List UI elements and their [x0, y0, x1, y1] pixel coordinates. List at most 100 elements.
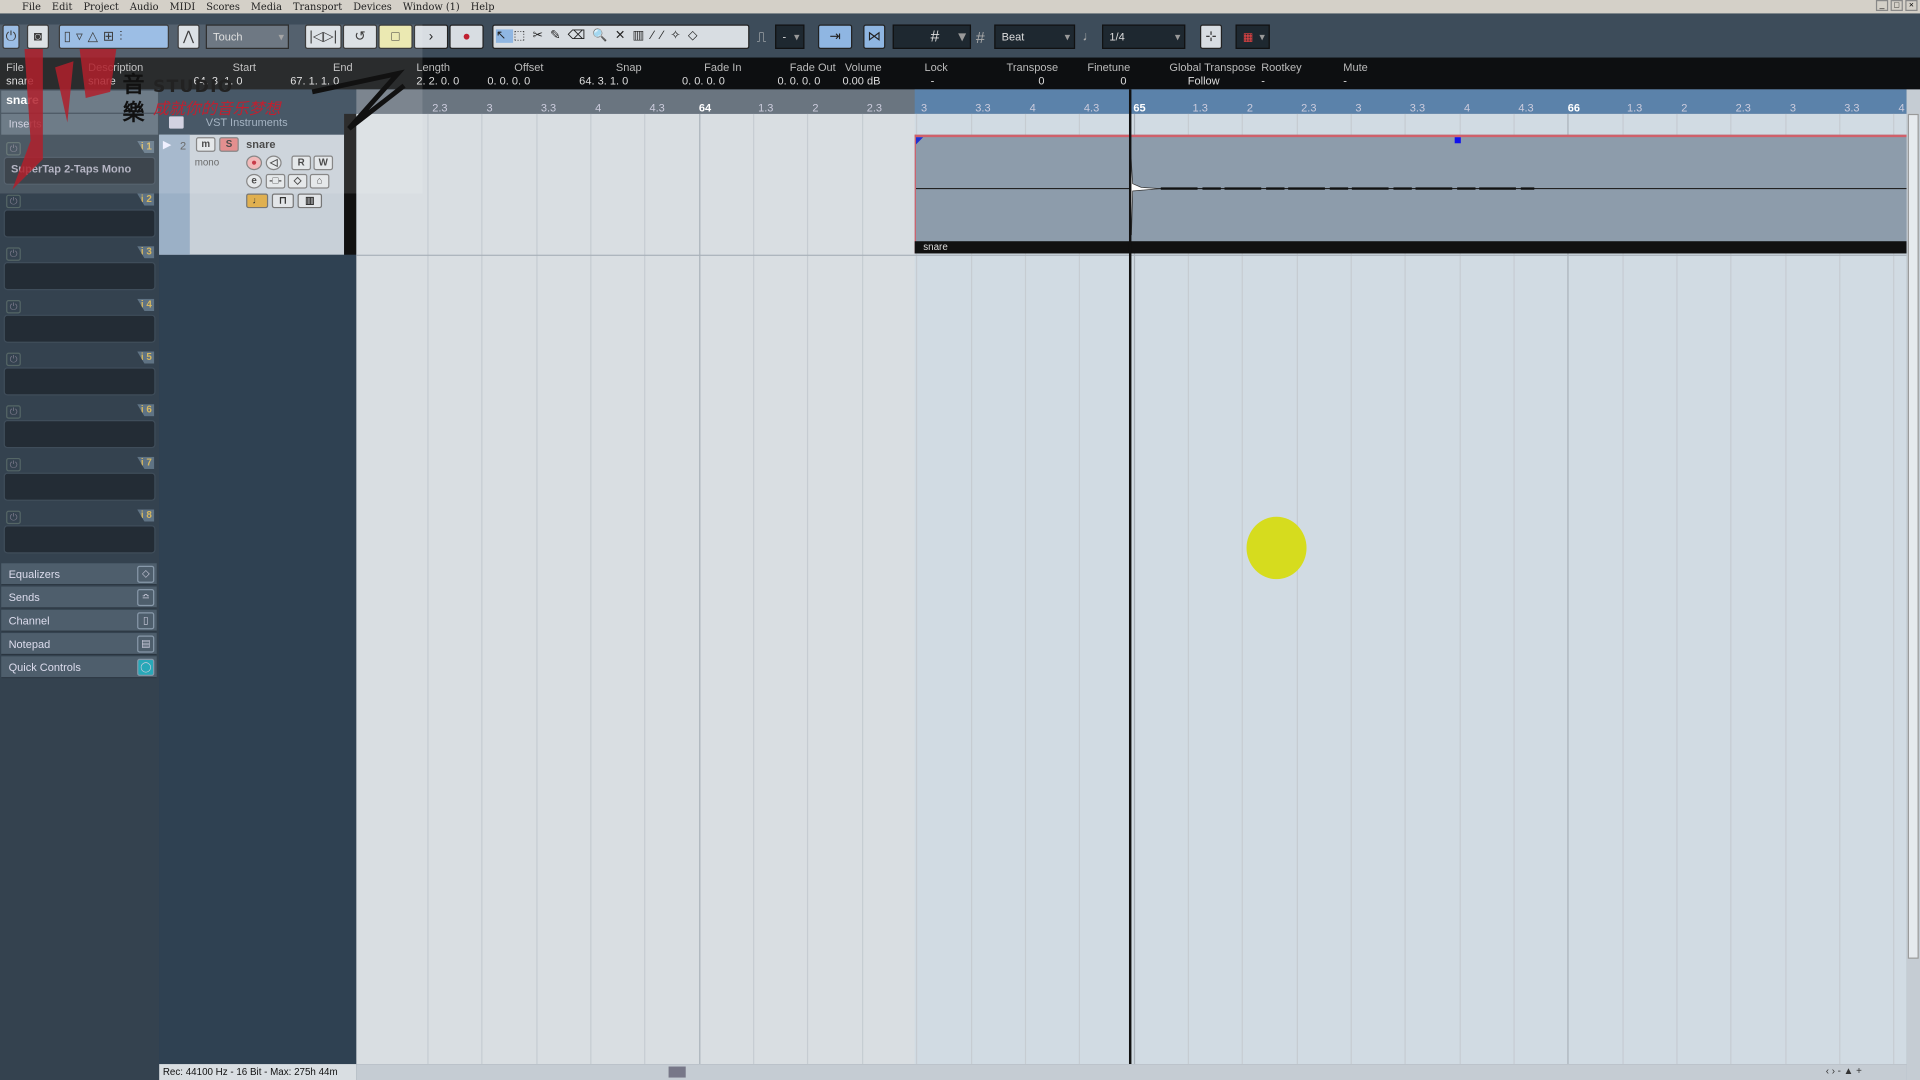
insert-slot[interactable]: ⏻ i 8 [2, 508, 156, 561]
section-icon[interactable]: ◯ [137, 658, 155, 676]
vertical-scroll-thumb[interactable] [1907, 113, 1919, 959]
insert-slot[interactable]: ⏻ i 1 SuperTap 2-Taps Mono [2, 140, 156, 193]
section-sends[interactable]: Sends ≏ [1, 586, 157, 609]
section-channel[interactable]: Channel ▯ [1, 609, 157, 632]
power-icon[interactable]: ⏻ [6, 194, 21, 209]
read-automation-button[interactable]: R [291, 155, 312, 171]
freeze-button[interactable]: ⌂ [309, 173, 330, 189]
menu-devices[interactable]: Devices [353, 1, 392, 12]
insert-plugin-field[interactable] [3, 314, 156, 343]
window-layout-buttons[interactable]: ▯▿△⊞⫶ [58, 24, 169, 49]
snap-type-dropdown[interactable]: Beat [994, 24, 1076, 49]
inspector-track-name[interactable]: snare [1, 90, 158, 113]
color-picker-dropdown[interactable]: ▦ [1235, 24, 1270, 49]
write-automation-button[interactable]: W [313, 155, 334, 171]
insert-plugin-field[interactable] [3, 262, 156, 291]
expand-icon[interactable]: ▶ [163, 138, 171, 151]
play-button[interactable]: › [413, 24, 449, 49]
automation-mode-dropdown[interactable]: Touch [205, 24, 289, 49]
folder-track-name[interactable]: VST Instruments [206, 116, 288, 128]
info-value-snap[interactable]: 64. 3. 1. 0 [579, 75, 628, 87]
power-icon[interactable]: ⏻ [6, 300, 21, 314]
track-header-snare[interactable]: ▶ 2 m S snare mono ● ◁ R W e -□- ◇ ⌂ ♩ ⊓… [159, 134, 345, 255]
power-icon[interactable]: ⏻ [6, 142, 21, 156]
insert-slot[interactable]: ⏻ i 7 [2, 456, 156, 509]
lanes-display-button[interactable]: ▥ [297, 193, 323, 209]
vertical-scrollbar[interactable] [1906, 89, 1920, 1080]
info-value-global-transpose[interactable]: Follow [1188, 75, 1220, 87]
info-value-fade-in[interactable]: 0. 0. 0. 0 [682, 75, 725, 87]
track-name[interactable]: snare [246, 138, 275, 150]
constrain-delay-button[interactable]: ◙ [26, 24, 49, 49]
section-notepad[interactable]: Notepad ▤ [1, 633, 157, 656]
record-button[interactable]: ● [449, 24, 484, 49]
solo-button[interactable]: S [219, 137, 239, 152]
menu-file[interactable]: File [22, 1, 41, 12]
monitor-button[interactable]: ◁ [265, 155, 282, 171]
insert-plugin-field[interactable] [3, 420, 156, 449]
power-icon[interactable]: ⏻ [6, 405, 21, 419]
lane-button[interactable]: -□- [265, 173, 286, 189]
menu-window[interactable]: Window (1) [403, 1, 460, 12]
zoom-slider[interactable]: ‹ › - ▲ + [1826, 1065, 1899, 1078]
tool-buttons[interactable]: ↖⬚✂✎⌫🔍✕▥∕∕✧◇ [492, 24, 750, 49]
grid-type-dropdown[interactable]: # [892, 24, 972, 49]
info-value-start[interactable]: 64. 3. 1. 0 [193, 75, 242, 87]
info-value-file[interactable]: snare [6, 75, 34, 87]
insert-plugin-field[interactable] [3, 525, 156, 554]
info-value-description[interactable]: snare [88, 75, 116, 87]
horizontal-scroll-thumb[interactable] [668, 1066, 686, 1078]
section-icon[interactable]: ◇ [137, 565, 155, 583]
insert-slot[interactable]: ⏻ i 6 [2, 403, 156, 456]
lock-button[interactable]: ⊓ [271, 193, 294, 209]
menu-project[interactable]: Project [83, 1, 118, 12]
snap-button[interactable]: ⋈ [863, 24, 886, 49]
power-icon[interactable]: ⏻ [6, 457, 21, 472]
info-value-end[interactable]: 67. 1. 1. 0 [290, 75, 339, 87]
activate-project-button[interactable]: ⏻ [2, 24, 20, 49]
maximize-button[interactable]: □ [1890, 0, 1903, 12]
insert-plugin-field[interactable]: SuperTap 2-Taps Mono [3, 156, 156, 185]
insert-plugin-field[interactable] [3, 209, 156, 238]
mute-button[interactable]: m [195, 137, 216, 152]
insert-slot[interactable]: ⏻ i 5 [2, 350, 156, 403]
insert-slot[interactable]: ⏻ i 4 [2, 298, 156, 351]
menu-scores[interactable]: Scores [206, 1, 240, 12]
musical-mode-button[interactable]: ♩ [246, 193, 269, 209]
menu-help[interactable]: Help [471, 1, 495, 12]
project-cursor[interactable] [1128, 89, 1132, 1065]
object-selection-tool-icon[interactable]: ↖ [495, 29, 514, 43]
info-value-lock[interactable]: - [931, 75, 935, 87]
section-icon[interactable]: ▯ [137, 612, 155, 630]
timebase-button[interactable]: ◇ [287, 173, 308, 189]
insert-slot[interactable]: ⏻ i 3 [2, 245, 156, 298]
section-icon[interactable]: ≏ [137, 588, 155, 607]
stop-button[interactable]: □ [378, 24, 413, 49]
insert-plugin-field[interactable] [3, 367, 156, 396]
menu-edit[interactable]: Edit [52, 1, 72, 12]
power-icon[interactable]: ⏻ [6, 247, 21, 261]
quantize-dropdown[interactable]: - [775, 24, 805, 49]
section-quick-controls[interactable]: Quick Controls ◯ [1, 656, 157, 679]
info-value-rootkey[interactable]: - [1261, 75, 1265, 87]
close-button[interactable]: × [1905, 0, 1918, 12]
record-enable-button[interactable]: ● [246, 155, 263, 171]
section-equalizers[interactable]: Equalizers ◇ [1, 563, 157, 586]
insert-plugin-field[interactable] [3, 472, 156, 501]
inserts-section[interactable]: Inserts [1, 113, 158, 135]
horizontal-scrollbar[interactable]: ‹ › - ▲ + [356, 1064, 1907, 1080]
audio-event-snare[interactable] [914, 134, 1908, 254]
info-value-transpose[interactable]: 0 [1038, 75, 1044, 87]
edit-channel-button[interactable]: e [246, 173, 263, 189]
menu-media[interactable]: Media [251, 1, 282, 12]
minimize-button[interactable]: _ [1875, 0, 1889, 12]
insert-slot[interactable]: ⏻ i 2 [2, 192, 156, 245]
menu-transport[interactable]: Transport [293, 1, 342, 12]
snap-to-zero-button[interactable]: ⊹ [1200, 24, 1223, 49]
info-value-length[interactable]: 2. 2. 0. 0 [416, 75, 459, 87]
autoscroll-button[interactable]: ⇥ [817, 24, 853, 49]
quantize-value-dropdown[interactable]: 1/4 [1102, 24, 1186, 49]
power-icon[interactable]: ⏻ [6, 510, 21, 525]
menu-audio[interactable]: Audio [130, 1, 159, 12]
info-value-mute[interactable]: - [1343, 75, 1347, 87]
